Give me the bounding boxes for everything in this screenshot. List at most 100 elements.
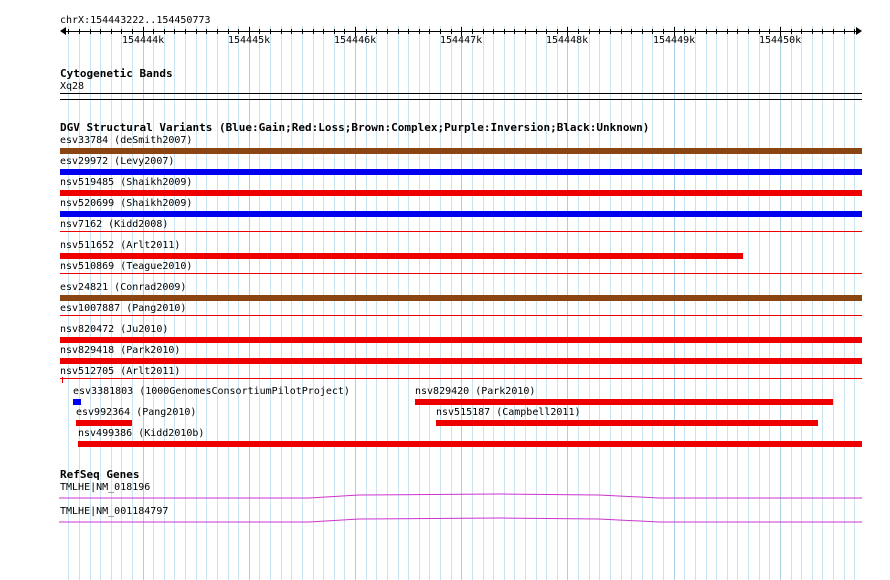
dgv-feature-bar[interactable] xyxy=(415,399,833,405)
cytoband-line-bottom xyxy=(60,99,862,100)
dgv-feature-label[interactable]: esv24821 (Conrad2009) xyxy=(60,282,186,293)
dgv-feature-label[interactable]: nsv510869 (Teague2010) xyxy=(60,261,192,272)
ruler-tick xyxy=(514,29,515,34)
ruler-tick xyxy=(281,29,282,34)
ruler-tick xyxy=(791,29,792,34)
dgv-feature-tick xyxy=(62,377,63,383)
ruler-tick xyxy=(578,29,579,34)
refseq-gene-label[interactable]: TMLHE|NM_001184797 xyxy=(60,506,168,517)
ruler-tick xyxy=(408,29,409,34)
dgv-feature-label[interactable]: nsv829418 (Park2010) xyxy=(60,345,180,356)
ruler-tick xyxy=(153,29,154,34)
dgv-feature-label[interactable]: nsv7162 (Kidd2008) xyxy=(60,219,168,230)
ruler-tick xyxy=(206,29,207,34)
ruler-tick xyxy=(844,29,845,34)
ruler-tick xyxy=(557,29,558,34)
ruler-tick xyxy=(344,29,345,34)
ruler-tick xyxy=(196,29,197,34)
ruler-tick xyxy=(599,29,600,34)
ruler-tick xyxy=(801,29,802,34)
dgv-feature-bar[interactable] xyxy=(60,337,862,343)
ruler-tick xyxy=(536,29,537,34)
ruler-tick xyxy=(546,29,547,34)
dgv-feature-label[interactable]: nsv520699 (Shaikh2009) xyxy=(60,198,192,209)
ruler-tick xyxy=(483,29,484,34)
dgv-feature-bar[interactable] xyxy=(60,190,862,196)
ruler-tick xyxy=(429,29,430,34)
ruler-tick xyxy=(663,29,664,34)
dgv-feature-bar[interactable] xyxy=(436,420,818,426)
ruler-tick xyxy=(376,29,377,34)
ruler-tick xyxy=(111,29,112,34)
dgv-feature-label[interactable]: nsv499386 (Kidd2010b) xyxy=(78,428,204,439)
dgv-feature-bar[interactable] xyxy=(60,148,862,154)
dgv-feature-line[interactable] xyxy=(60,315,862,316)
dgv-feature-label[interactable]: esv992364 (Pang2010) xyxy=(76,407,196,418)
ruler-tick xyxy=(68,29,69,34)
ruler-tick xyxy=(822,29,823,34)
ruler-tick xyxy=(185,29,186,34)
ruler-tick xyxy=(642,29,643,34)
ruler-tick xyxy=(313,29,314,34)
ruler-tick xyxy=(174,29,175,34)
dgv-feature-bar[interactable] xyxy=(60,169,862,175)
ruler-tick xyxy=(121,29,122,34)
dgv-feature-bar[interactable] xyxy=(78,441,862,447)
ruler-tick xyxy=(610,29,611,34)
dgv-feature-line[interactable] xyxy=(60,273,862,274)
ruler-tick xyxy=(323,29,324,34)
dgv-feature-bar[interactable] xyxy=(60,253,743,259)
genome-browser-view: chrX:154443222..154450773 154444k 154445k… xyxy=(0,0,890,580)
ruler-tick xyxy=(291,29,292,34)
ruler-tick-label: 154447k xyxy=(440,35,483,46)
ruler-tick-label: 154445k xyxy=(228,35,271,46)
refseq-gene-model[interactable] xyxy=(59,493,863,501)
ruler-tick xyxy=(748,29,749,34)
dgv-feature-label[interactable]: esv29972 (Levy2007) xyxy=(60,156,174,167)
ruler-tick xyxy=(589,29,590,34)
ruler-tick xyxy=(631,29,632,34)
ruler-tick xyxy=(302,29,303,34)
ruler-tick xyxy=(727,29,728,34)
cytogenetic-bands-track-title[interactable]: Cytogenetic Bands xyxy=(60,68,173,80)
dgv-feature-bar[interactable] xyxy=(60,295,862,301)
scroll-right-arrow-icon[interactable] xyxy=(856,27,862,35)
refseq-gene-label[interactable]: TMLHE|NM_018196 xyxy=(60,482,150,493)
dgv-feature-line[interactable] xyxy=(60,231,862,232)
dgv-feature-label[interactable]: esv1007887 (Pang2010) xyxy=(60,303,186,314)
ruler-tick xyxy=(366,29,367,34)
dgv-track-title[interactable]: DGV Structural Variants (Blue:Gain;Red:L… xyxy=(60,122,649,134)
dgv-feature-bar[interactable] xyxy=(73,399,81,405)
dgv-feature-label[interactable]: esv3381803 (1000GenomesConsortiumPilotPr… xyxy=(73,386,350,397)
ruler-tick-label: 154444k xyxy=(122,35,165,46)
dgv-feature-label[interactable]: nsv511652 (Arlt2011) xyxy=(60,240,180,251)
ruler-tick xyxy=(706,29,707,34)
ruler-tick xyxy=(812,29,813,34)
ruler-tick xyxy=(387,29,388,34)
dgv-feature-label[interactable]: nsv829420 (Park2010) xyxy=(415,386,535,397)
ruler-tick xyxy=(132,29,133,34)
dgv-feature-label[interactable]: nsv820472 (Ju2010) xyxy=(60,324,168,335)
dgv-feature-label[interactable]: esv33784 (deSmith2007) xyxy=(60,135,192,146)
ruler-tick xyxy=(79,29,80,34)
scroll-left-arrow-icon[interactable] xyxy=(60,27,66,35)
dgv-feature-line[interactable] xyxy=(60,378,862,379)
ruler-tick xyxy=(440,29,441,34)
ruler-tick-label: 154450k xyxy=(759,35,802,46)
ruler-range-label: chrX:154443222..154450773 xyxy=(60,15,211,26)
dgv-feature-label[interactable]: nsv512705 (Arlt2011) xyxy=(60,366,180,377)
ruler-tick xyxy=(525,29,526,34)
dgv-feature-label[interactable]: nsv515187 (Campbell2011) xyxy=(436,407,581,418)
dgv-feature-bar[interactable] xyxy=(60,358,862,364)
dgv-feature-bar[interactable] xyxy=(60,211,862,217)
refseq-gene-model[interactable] xyxy=(59,517,863,525)
ruler-tick xyxy=(716,29,717,34)
dgv-feature-label[interactable]: nsv519485 (Shaikh2009) xyxy=(60,177,192,188)
ruler-tick xyxy=(90,29,91,34)
ruler-tick xyxy=(684,29,685,34)
dgv-feature-bar[interactable] xyxy=(76,420,132,426)
ruler-tick xyxy=(621,29,622,34)
refseq-track-title[interactable]: RefSeq Genes xyxy=(60,469,139,481)
ruler-tick xyxy=(493,29,494,34)
ruler-tick-label: 154446k xyxy=(334,35,377,46)
